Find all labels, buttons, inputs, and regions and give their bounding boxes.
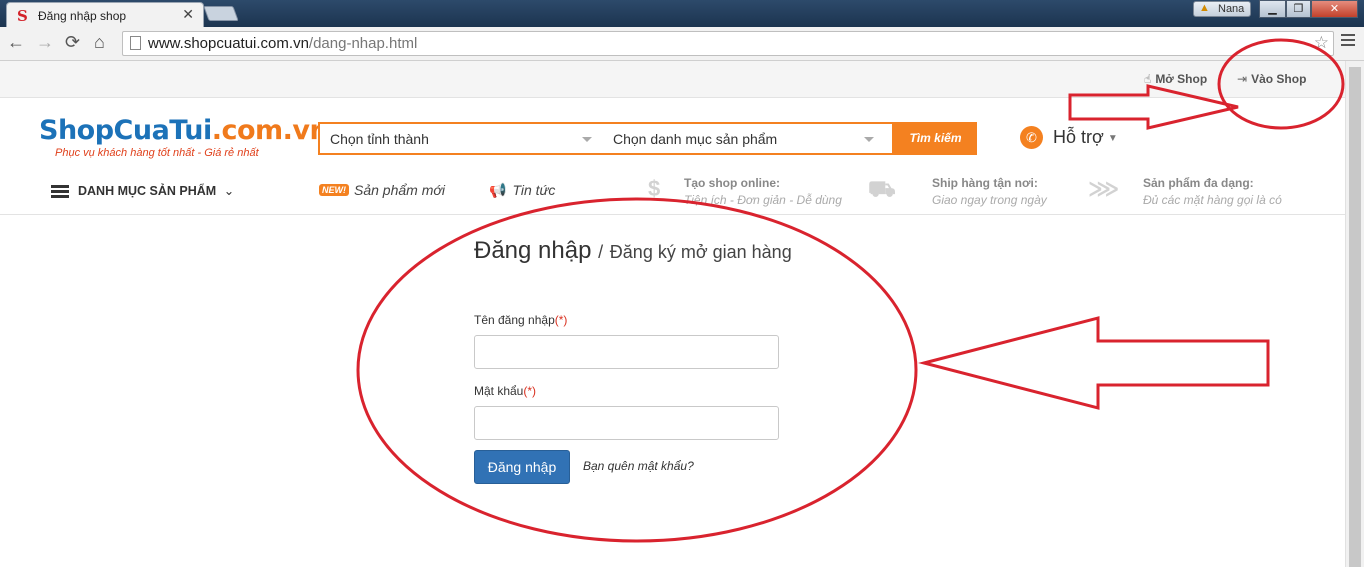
annotation-arrow-left xyxy=(918,316,1270,410)
annotation-arrow-right xyxy=(1068,84,1239,130)
annotation-layer xyxy=(356,38,1345,543)
annotation-ellipse-login xyxy=(356,197,918,543)
annotation-ellipse-enter-shop xyxy=(1217,38,1345,130)
